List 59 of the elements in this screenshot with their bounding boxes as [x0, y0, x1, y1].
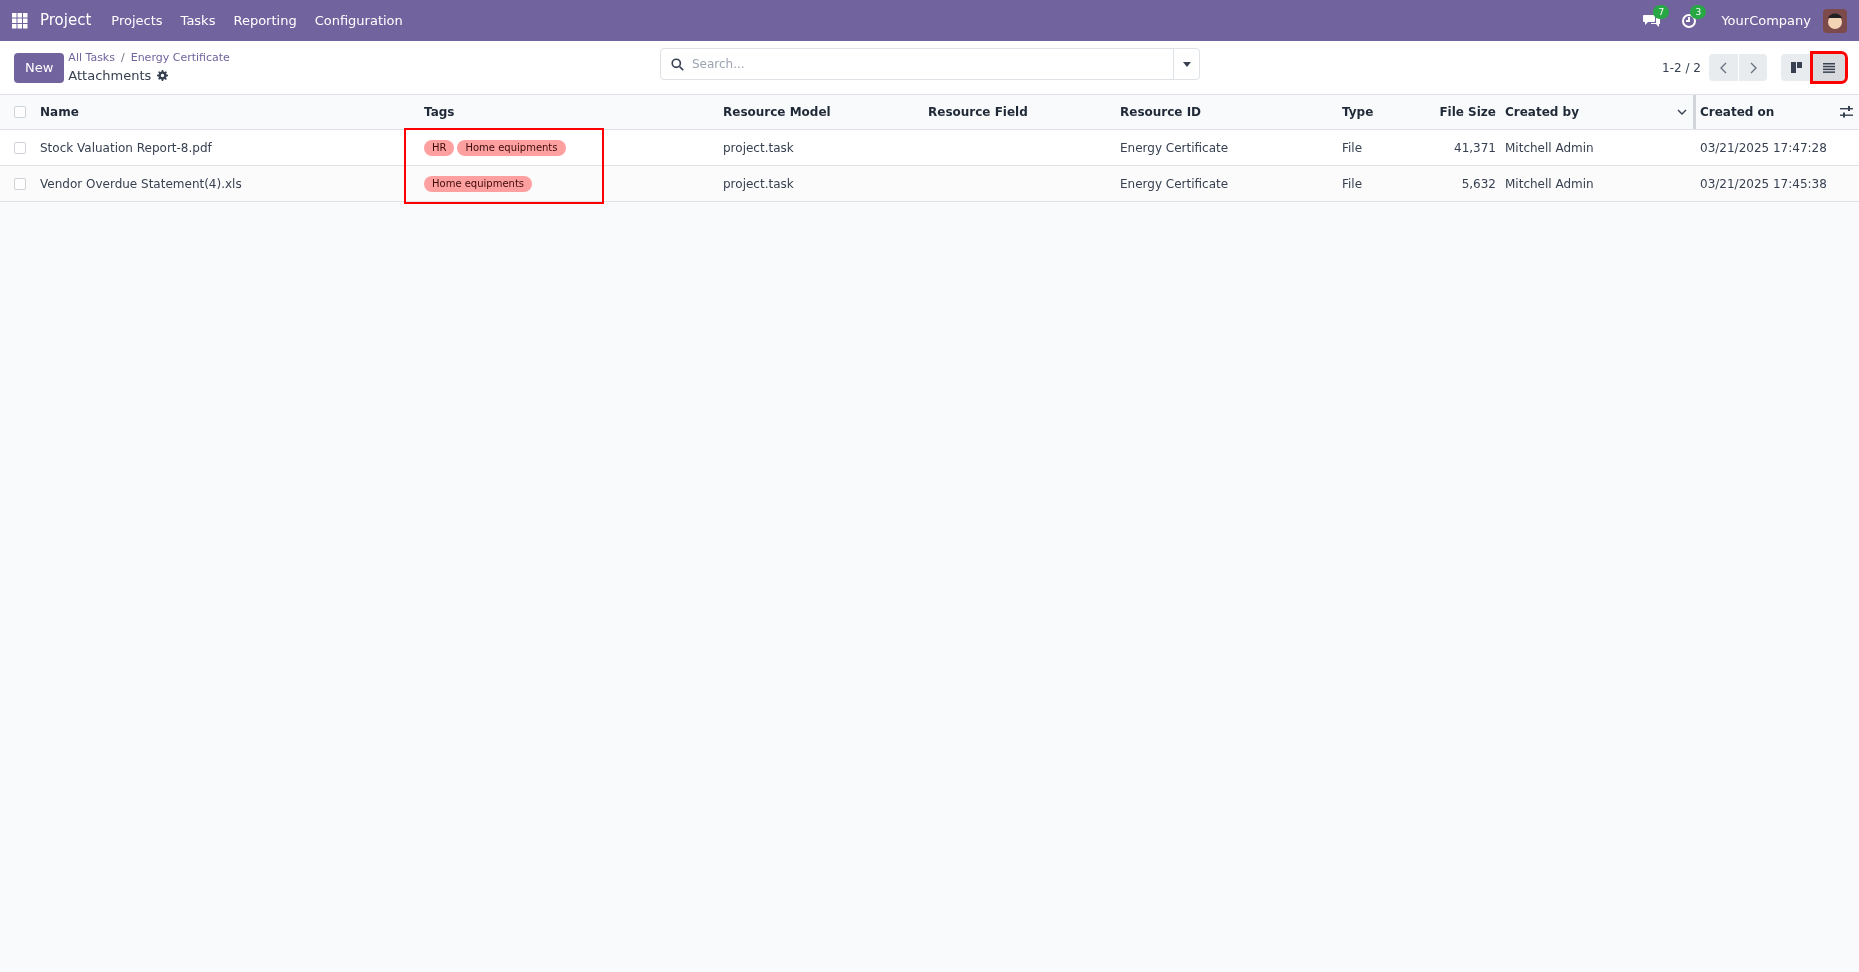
table-cell-text: 41,371: [1453, 139, 1496, 157]
select-all-checkbox[interactable]: [14, 106, 26, 118]
table-cell-text: Mitchell Admin: [1504, 139, 1595, 157]
table-cell-text: project.task: [723, 139, 795, 157]
tag: HR: [424, 139, 455, 156]
notification-badge: 7: [1653, 4, 1670, 19]
sliders-icon[interactable]: [1840, 106, 1853, 118]
app-name[interactable]: Project: [40, 9, 92, 32]
table-cell-text: 03/21/2025 17:45:38: [1699, 175, 1828, 193]
table-cell-text: Mitchell Admin: [1504, 175, 1595, 193]
breadcrumb-link[interactable]: All Tasks: [68, 49, 115, 66]
menu-item[interactable]: Reporting: [233, 10, 297, 31]
row-checkbox[interactable]: [14, 177, 26, 190]
pager-value[interactable]: 1-2 / 2: [1662, 58, 1701, 77]
company-name[interactable]: YourCompany: [1721, 10, 1811, 31]
clock-icon[interactable]: [1681, 12, 1698, 29]
column-header[interactable]: Created by: [1505, 103, 1677, 121]
menu-item[interactable]: Projects: [111, 10, 163, 31]
caret-icon: [1182, 61, 1191, 67]
table-cell-text: 03/21/2025 17:47:28: [1699, 139, 1828, 157]
table-cell-text: 5,632: [1460, 175, 1496, 193]
search-field[interactable]: Search...: [692, 55, 1163, 73]
list-view-button[interactable]: [1813, 54, 1845, 81]
menu-item[interactable]: Configuration: [314, 10, 403, 31]
table-cell-text: Vendor Overdue Statement(4).xls: [40, 175, 243, 193]
row-checkbox[interactable]: [14, 141, 26, 154]
tag: Home equipments: [424, 175, 533, 192]
apps-menu-icon[interactable]: [12, 12, 28, 29]
column-header[interactable]: Name: [40, 103, 424, 121]
chevron-right-icon: [1749, 61, 1757, 74]
column-header[interactable]: Resource Field: [928, 103, 1120, 121]
column-header[interactable]: Tags: [424, 103, 723, 121]
gear-icon[interactable]: [157, 70, 169, 82]
column-header[interactable]: Type: [1342, 103, 1420, 121]
table-cell-text: Energy Certificate: [1120, 139, 1230, 157]
avatar-icon[interactable]: [1823, 8, 1847, 33]
chevron-down-icon[interactable]: [1677, 109, 1687, 115]
table-cell-text: project.task: [723, 175, 795, 193]
tag: Home equipments: [457, 139, 566, 156]
table-cell-text: File: [1342, 139, 1364, 157]
list-icon: [1823, 62, 1835, 73]
kanban-view-button[interactable]: [1781, 54, 1813, 81]
search-bar[interactable]: Search...: [660, 48, 1200, 80]
search-icon: [671, 57, 684, 71]
table-cell-text: Energy Certificate: [1120, 175, 1230, 193]
column-header[interactable]: Resource ID: [1120, 103, 1342, 121]
column-header[interactable]: File Size: [1420, 103, 1496, 121]
breadcrumb-link[interactable]: Energy Certificate: [130, 49, 230, 66]
menu-item[interactable]: Tasks: [180, 10, 216, 31]
breadcrumb-separator: /: [120, 49, 125, 66]
kanban-icon: [1791, 62, 1803, 73]
column-header[interactable]: Created on: [1700, 103, 1840, 121]
column-header[interactable]: Resource Model: [723, 103, 928, 121]
table-cell-text: Stock Valuation Report-8.pdf: [40, 139, 213, 157]
new-button[interactable]: New: [14, 52, 65, 83]
chevron-left-icon: [1720, 61, 1727, 74]
page-title: Attachments: [68, 67, 152, 85]
notification-badge: 3: [1690, 4, 1707, 19]
table-cell-text: File: [1342, 175, 1364, 193]
